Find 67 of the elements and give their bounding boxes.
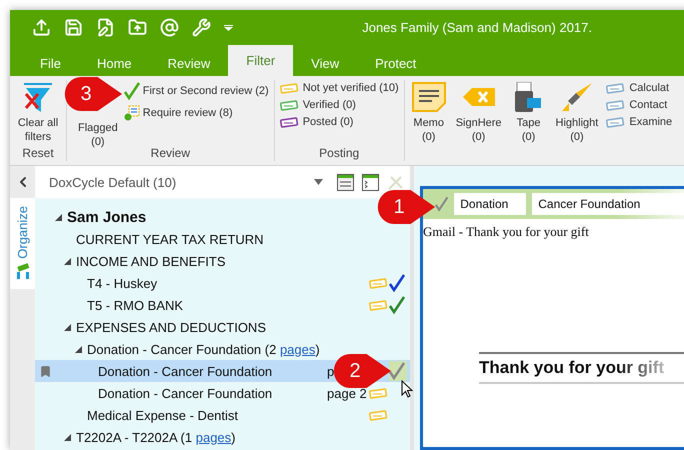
expand-caret-icon[interactable] [64, 434, 71, 440]
wrench-icon[interactable] [192, 18, 211, 37]
tree-item-label[interactable]: EXPENSES AND DEDUCTIONS [76, 320, 266, 334]
tag-icon [606, 82, 626, 94]
document-heading: Thank you for your gift [479, 358, 664, 377]
list-view-icon[interactable] [337, 174, 354, 190]
flagged-button[interactable]: Flagged (0) [78, 121, 118, 149]
tree-item-label[interactable]: Donation - Cancer Foundation (2 pages) [87, 342, 320, 356]
expand-caret-icon[interactable] [55, 214, 62, 220]
collapse-button[interactable] [10, 166, 35, 198]
customize-caret-icon[interactable] [224, 24, 233, 30]
check-icon[interactable] [435, 195, 448, 213]
annotation-filter[interactable]: Examine [606, 116, 672, 128]
bookmark-icon [38, 364, 52, 378]
group-label: Reset [22, 146, 54, 161]
check-icon [124, 82, 140, 100]
payee-field[interactable]: Cancer Foundation [532, 193, 684, 215]
tree-item-label[interactable]: Donation - Cancer Foundation [98, 364, 272, 378]
folder-icon[interactable] [128, 18, 147, 37]
annotation-filter[interactable]: Calculat [606, 82, 672, 94]
pages-link[interactable]: pages [280, 342, 316, 356]
step-callout: 1 [376, 189, 436, 225]
organize-icon [16, 262, 30, 279]
window-title: Jones Family (Sam and Madison) 2017. [362, 20, 592, 35]
markup-filter-button[interactable]: Tape (0) [510, 80, 548, 161]
group-label: Posting [319, 146, 360, 161]
tree-item-label[interactable]: T2202A - T2202A (1 pages) [76, 430, 236, 444]
posting-filter[interactable]: Verified (0) [280, 99, 399, 111]
posting-filter[interactable]: Posted (0) [280, 116, 399, 128]
tree-item-label[interactable]: Donation - Cancer Foundation [98, 386, 272, 400]
edit-icon[interactable] [96, 18, 115, 37]
tag-icon [606, 99, 626, 111]
step-callout: 3 [63, 76, 123, 112]
clear-filters-button[interactable]: Clear all filters [15, 80, 61, 146]
annotation-filter[interactable]: Contact [606, 99, 672, 111]
posting-filter[interactable]: Not yet verified (10) [280, 82, 399, 94]
page-label: p [327, 364, 334, 378]
expand-caret-icon[interactable] [64, 324, 71, 330]
pages-link[interactable]: pages [196, 430, 232, 444]
tree-item-label[interactable]: CURRENT YEAR TAX RETURN [76, 232, 264, 246]
save-icon[interactable] [64, 18, 83, 37]
document-subject: Gmail - Thank you for your gift [423, 224, 590, 240]
view-select[interactable]: DoxCycle Default (10) [43, 174, 329, 190]
expand-caret-icon[interactable] [64, 258, 71, 264]
tree-item-label[interactable]: T5 - RMO BANK [87, 298, 184, 312]
tree-item-label[interactable]: Medical Expense - Dentist [87, 408, 238, 422]
category-field[interactable]: Donation [454, 193, 526, 215]
email-icon[interactable] [160, 18, 179, 37]
ribbon-tab[interactable]: Filter [228, 45, 294, 76]
tag-icon [606, 116, 626, 128]
list-question-icon [124, 105, 140, 121]
review-filter[interactable]: First or Second review (2) [124, 82, 269, 100]
expand-caret-icon[interactable] [75, 346, 82, 352]
memo-icon [412, 82, 446, 112]
markup-filter-button[interactable]: Memo (0) [410, 80, 448, 161]
dropdown-caret-icon [314, 179, 323, 185]
markup-filter-button[interactable]: SignHere (0) [454, 80, 504, 161]
tree-item-label[interactable]: T4 - Huskey [87, 276, 158, 290]
client-name[interactable]: Sam Jones [67, 208, 146, 226]
review-filter[interactable]: Require review (8) [124, 105, 269, 121]
outline-view-icon[interactable] [362, 174, 379, 190]
highlighter-icon [560, 82, 594, 112]
markup-filter-button[interactable]: Highlight (0) [554, 80, 600, 161]
organize-tab[interactable]: Organize [10, 198, 35, 289]
export-icon[interactable] [32, 18, 51, 37]
tree-item-label[interactable]: INCOME AND BENEFITS [76, 254, 226, 268]
group-label: Review [150, 146, 190, 161]
